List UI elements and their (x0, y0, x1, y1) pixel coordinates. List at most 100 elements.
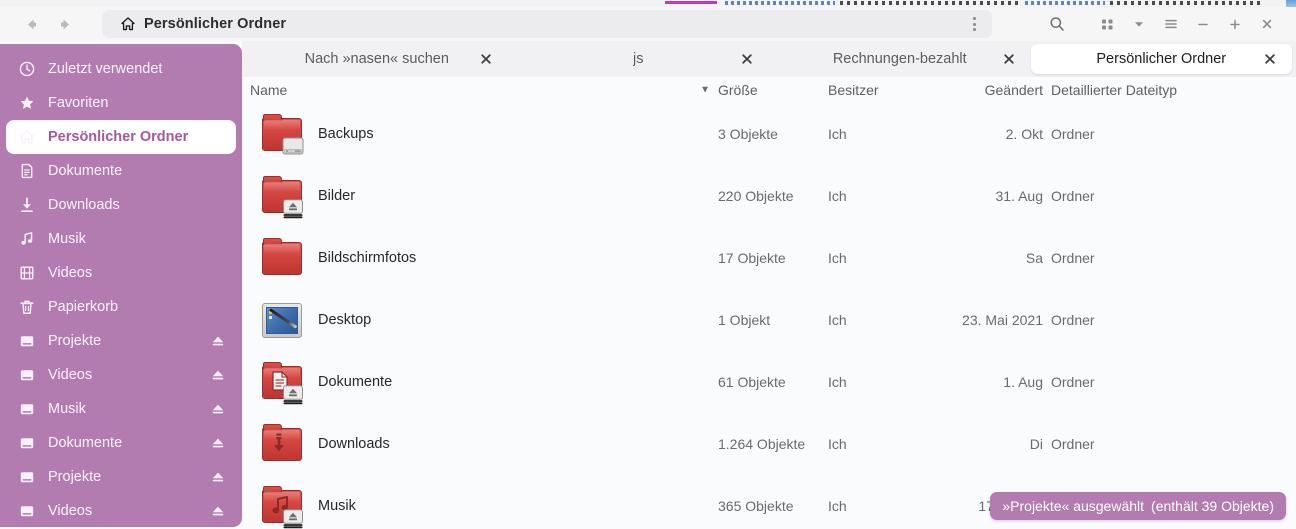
tab-close-icon[interactable] (478, 51, 494, 67)
tab-label: Persönlicher Ordner (1096, 51, 1227, 67)
grid-view-icon (1102, 19, 1113, 30)
sidebar-item-label: Musik (48, 231, 86, 247)
file-owner-cell: Ich (828, 250, 847, 266)
kebab-menu-icon[interactable] (963, 17, 986, 31)
table-row[interactable]: Desktop 1 Objekt Ich 23. Mai 2021 Ordner (242, 289, 1296, 351)
maximize-button[interactable] (1220, 11, 1250, 37)
file-type-cell: Ordner (1051, 312, 1095, 328)
sidebar-item-videos[interactable]: Videos (6, 494, 236, 527)
tab-close-icon[interactable] (1262, 51, 1278, 67)
file-name-label: Dokumente (318, 374, 393, 390)
file-owner-cell: Ich (828, 436, 847, 452)
drive-icon (18, 400, 36, 418)
file-size-cell: 365 Objekte (718, 498, 794, 514)
tab-nach-nasen-suchen[interactable]: Nach »nasen« suchen (246, 44, 508, 74)
file-name-label: Bilder (318, 188, 356, 204)
sidebar-item-label: Videos (48, 367, 93, 383)
home-icon (121, 17, 135, 31)
file-size-cell: 61 Objekte (718, 374, 786, 390)
table-row[interactable]: Bilder 220 Objekte Ich 31. Aug Ordner (242, 165, 1296, 227)
folder-music-icon (260, 486, 304, 529)
star-icon (18, 94, 36, 112)
music-note-icon (18, 230, 36, 248)
back-button[interactable] (18, 12, 44, 36)
status-tooltip: »Projekte« ausgewählt (enthält 39 Objekt… (990, 492, 1286, 520)
view-grid-button[interactable] (1092, 11, 1122, 37)
table-row[interactable]: Dokumente 61 Objekte Ich 1. Aug Ordner (242, 351, 1296, 413)
bg-strip (1025, 1, 1105, 5)
tab-pers-nlicher-ordner[interactable]: Persönlicher Ordner (1030, 44, 1292, 74)
sidebar-item-videos[interactable]: Videos (6, 256, 236, 290)
drive-icon (18, 468, 36, 486)
close-button[interactable] (1252, 11, 1282, 37)
forward-button[interactable] (52, 12, 78, 36)
app-menu-button[interactable] (1156, 11, 1186, 37)
file-owner-cell: Ich (828, 374, 847, 390)
file-name-cell: Bilder (250, 176, 718, 219)
tab-label: Rechnungen-bezahlt (832, 51, 967, 67)
file-size-cell: 17 Objekte (718, 250, 786, 266)
sidebar-item-videos[interactable]: Videos (6, 358, 236, 392)
file-size-cell: 3 Objekte (718, 126, 778, 142)
breadcrumb-home[interactable]: Persönlicher Ordner (110, 12, 297, 36)
eject-icon[interactable] (210, 333, 226, 349)
file-type-cell: Ordner (1051, 436, 1095, 452)
column-header-owner[interactable]: Besitzer (828, 82, 933, 98)
sidebar-item-musik[interactable]: Musik (6, 392, 236, 426)
table-row[interactable]: Downloads 1.264 Objekte Ich Di Ordner (242, 413, 1296, 475)
file-manager-window: Persönlicher Ordner Zuletzt verwendet Fa… (0, 0, 1296, 529)
search-button[interactable] (1042, 11, 1072, 37)
file-type-cell: Ordner (1051, 374, 1095, 390)
eject-icon[interactable] (210, 401, 226, 417)
column-header-size[interactable]: Größe (718, 82, 828, 98)
column-header-type[interactable]: Detaillierter Dateityp (1043, 82, 1243, 98)
eject-badge (282, 199, 304, 219)
arrow-right-icon (60, 19, 69, 29)
table-row[interactable]: Backups 3 Objekte Ich 2. Okt Ordner (242, 103, 1296, 165)
bg-strip (725, 1, 835, 5)
drive-icon (18, 366, 36, 384)
titlebar: Persönlicher Ordner (0, 7, 1296, 41)
file-size-cell: 1.264 Objekte (718, 436, 806, 452)
bg-strip (665, 1, 717, 4)
sidebar-item-dokumente[interactable]: Dokumente (6, 426, 236, 460)
file-list: Backups 3 Objekte Ich 2. Okt Ordner Bilder 220… (242, 103, 1296, 529)
tab-close-icon[interactable] (739, 51, 755, 67)
sidebar-item-projekte[interactable]: Projekte (6, 460, 236, 494)
eject-icon[interactable] (210, 367, 226, 383)
sidebar-item-favoriten[interactable]: Favoriten (6, 86, 236, 120)
sidebar-item-dokumente[interactable]: Dokumente (6, 154, 236, 188)
sidebar-item-zuletzt-verwendet[interactable]: Zuletzt verwendet (6, 52, 236, 86)
bg-strip (1110, 1, 1260, 5)
column-header-name-label: Name (250, 82, 288, 98)
chevron-down-icon (1135, 22, 1143, 27)
film-icon (18, 264, 36, 282)
eject-icon[interactable] (210, 435, 226, 451)
file-modified-cell: Di (1029, 436, 1043, 452)
column-header-modified[interactable]: Geändert (933, 82, 1043, 98)
column-header-name[interactable]: Name ▼ (250, 82, 718, 98)
file-modified-cell: Sa (1025, 250, 1043, 266)
view-options-dropdown[interactable] (1124, 11, 1154, 37)
sidebar-item-downloads[interactable]: Downloads (6, 188, 236, 222)
eject-icon[interactable] (210, 503, 226, 519)
folder-backup-icon (260, 114, 304, 155)
tab-close-icon[interactable] (1001, 51, 1017, 67)
eject-badge (282, 509, 304, 529)
minimize-button[interactable] (1188, 11, 1218, 37)
eject-icon[interactable] (210, 469, 226, 485)
tab-rechnungen-bezahlt[interactable]: Rechnungen-bezahlt (769, 44, 1031, 74)
tab-js[interactable]: js (508, 44, 770, 74)
column-headers: Name ▼ Größe Besitzer Geändert Detaillie… (242, 77, 1296, 103)
minimize-icon (1198, 23, 1208, 26)
file-name-cell: Downloads (250, 424, 718, 464)
table-row[interactable]: Bildschirmfotos 17 Objekte Ich Sa Ordner (242, 227, 1296, 289)
sidebar-item-projekte[interactable]: Projekte (6, 324, 236, 358)
sidebar-item-papierkorb[interactable]: Papierkorb (6, 290, 236, 324)
sidebar-item-label: Papierkorb (48, 299, 119, 315)
sidebar-item-label: Dokumente (48, 435, 123, 451)
sidebar-item-musik[interactable]: Musik (6, 222, 236, 256)
sidebar-item-pers-nlicher-ordner[interactable]: Persönlicher Ordner (6, 120, 236, 154)
file-size-cell: 220 Objekte (718, 188, 794, 204)
file-modified-cell: 23. Mai 2021 (962, 312, 1043, 328)
